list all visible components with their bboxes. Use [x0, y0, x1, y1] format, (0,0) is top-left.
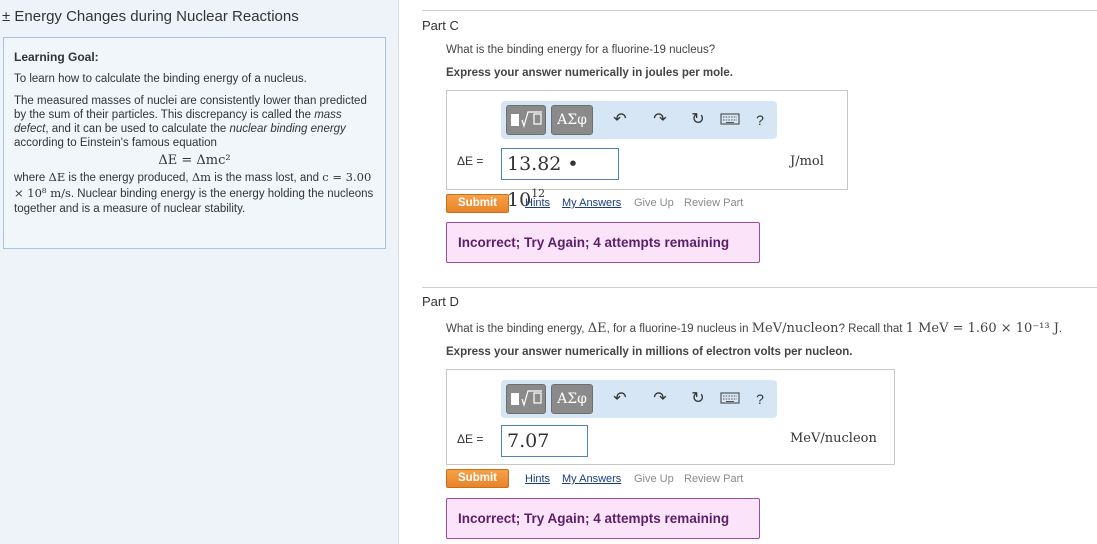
part-c-math-toolbar: ΑΣφ ↶ ↷ ↻ ?	[501, 101, 777, 139]
learning-goal-text: To learn how to calculate the binding en…	[14, 73, 307, 85]
math-mev-per-nucleon: MeV/nucleon	[751, 321, 839, 336]
paragraph-text: , and it can be used to calculate the	[45, 123, 230, 135]
part-c-hints-link[interactable]: Hints	[525, 197, 550, 209]
keyboard-glyph	[720, 392, 740, 404]
part-c-label: Part C	[422, 18, 459, 33]
question-text: ? Recall that	[838, 323, 906, 335]
part-c-answer-box: ΑΣφ ↶ ↷ ↻ ? ΔE = 13.82 • 1012 J/mol	[446, 90, 848, 211]
greek-letters-button[interactable]: ΑΣφ	[551, 105, 593, 135]
part-c-variable-label: ΔE =	[457, 154, 484, 168]
help-icon[interactable]: ?	[749, 388, 771, 410]
keyboard-glyph	[720, 113, 740, 125]
part-c-my-answers-link[interactable]: My Answers	[562, 197, 621, 209]
part-d-instruction: Express your answer numerically in milli…	[446, 346, 853, 358]
keyboard-icon[interactable]	[719, 111, 741, 133]
part-c-review-part-link[interactable]: Review Part	[684, 197, 743, 209]
part-c-question: What is the binding energy for a fluorin…	[446, 44, 716, 56]
part-d-answer-box: ΑΣφ ↶ ↷ ↻ ? ΔE = 7.07 MeV/nucleon	[446, 369, 895, 465]
redo-icon[interactable]: ↷	[649, 109, 671, 131]
part-d-variable-label: ΔE =	[457, 432, 484, 446]
part-c-unit: J/mol	[790, 154, 824, 169]
part-d-feedback: Incorrect; Try Again; 4 attempts remaini…	[446, 498, 760, 539]
part-d-hints-link[interactable]: Hints	[525, 473, 550, 485]
greek-letters-button[interactable]: ΑΣφ	[551, 384, 593, 414]
part-c-give-up-link[interactable]: Give Up	[634, 197, 674, 209]
part-d-unit: MeV/nucleon	[790, 431, 877, 446]
templates-icon	[511, 111, 542, 129]
part-d-my-answers-link[interactable]: My Answers	[562, 473, 621, 485]
mass-defect-paragraph: The measured masses of nuclei are consis…	[14, 94, 375, 150]
templates-button[interactable]	[506, 105, 546, 135]
paragraph-text: is the energy produced,	[65, 172, 192, 184]
part-d-divider	[422, 287, 1097, 288]
templates-button[interactable]	[506, 384, 546, 414]
help-icon[interactable]: ?	[749, 109, 771, 131]
part-c-divider	[422, 10, 1097, 11]
math-mev-conversion: 1 MeV = 1.60 × 10⁻¹³ J	[905, 321, 1059, 336]
part-d-label: Part D	[422, 294, 459, 309]
part-d-give-up-link[interactable]: Give Up	[634, 473, 674, 485]
keyboard-icon[interactable]	[719, 390, 741, 412]
learning-goal-label: Learning Goal:	[14, 50, 99, 64]
reset-icon[interactable]: ↻	[687, 388, 709, 410]
part-d-answer-input[interactable]: 7.07	[501, 425, 588, 457]
math-delta-m: Δm	[191, 170, 212, 184]
math-delta-e: ΔE	[48, 170, 66, 184]
templates-icon	[511, 390, 542, 408]
paragraph-text: is the mass lost, and	[211, 172, 323, 184]
question-text: What is the binding energy,	[446, 323, 588, 335]
undo-icon[interactable]: ↶	[609, 109, 631, 131]
variables-paragraph: where ΔE is the energy produced, Δm is t…	[14, 170, 375, 217]
part-c-instruction: Express your answer numerically in joule…	[446, 67, 733, 79]
part-c-answer-input[interactable]: 13.82 • 1012	[501, 148, 619, 211]
reset-icon[interactable]: ↻	[687, 109, 709, 131]
part-d-review-part-link[interactable]: Review Part	[684, 473, 743, 485]
einstein-equation: ΔE = Δmc²	[158, 153, 231, 168]
main-content: Part C What is the binding energy for a …	[400, 0, 1097, 544]
part-d-question: What is the binding energy, ΔE, for a fl…	[446, 321, 1062, 336]
binding-energy-term: nuclear binding energy	[229, 123, 346, 135]
part-c-feedback: Incorrect; Try Again; 4 attempts remaini…	[446, 222, 760, 263]
paragraph-text: according to Einstein's famous equation	[14, 137, 217, 149]
question-text: .	[1058, 323, 1063, 335]
learning-sidebar: ± Energy Changes during Nuclear Reaction…	[0, 0, 399, 544]
part-d-submit-button[interactable]: Submit	[446, 469, 509, 488]
question-text: , for a fluorine-19 nucleus in	[606, 323, 752, 335]
redo-icon[interactable]: ↷	[649, 388, 671, 410]
undo-icon[interactable]: ↶	[609, 388, 631, 410]
learning-goal-box: Learning Goal: To learn how to calculate…	[3, 37, 386, 249]
part-d-math-toolbar: ΑΣφ ↶ ↷ ↻ ?	[501, 380, 777, 418]
paragraph-text: where	[14, 172, 49, 184]
math-delta-e: ΔE	[587, 321, 607, 336]
part-c-submit-button[interactable]: Submit	[446, 194, 509, 213]
problem-title[interactable]: ± Energy Changes during Nuclear Reaction…	[2, 8, 299, 25]
